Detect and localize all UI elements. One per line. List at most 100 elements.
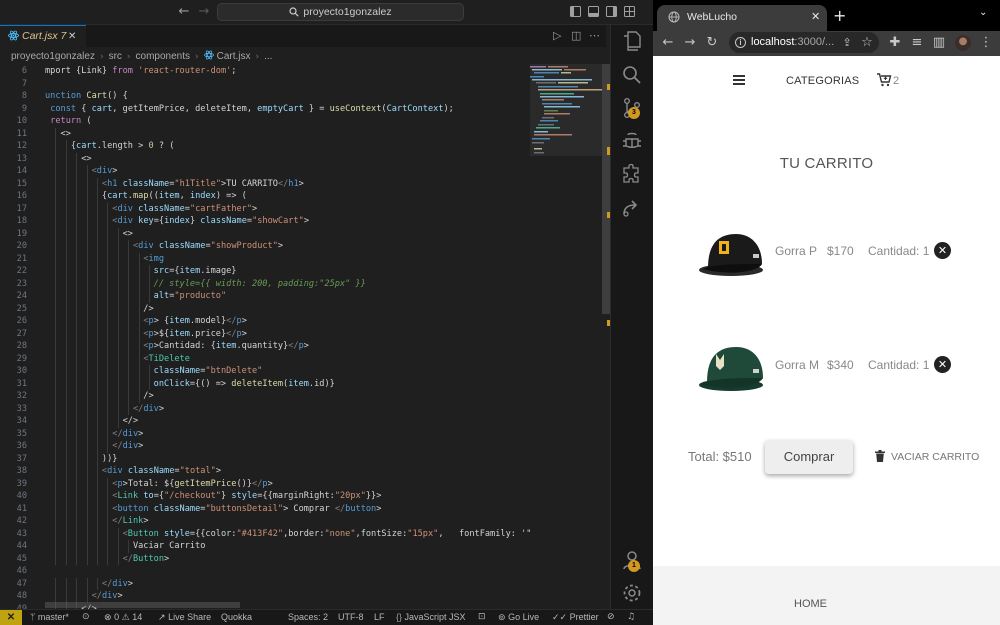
code-line[interactable]: 45 </Button> <box>0 552 530 565</box>
go-live-button[interactable]: ⊚ Go Live <box>498 610 539 625</box>
code-line[interactable]: 43 <Button style={{color:"#413F42",borde… <box>0 527 530 540</box>
encoding-indicator[interactable]: UTF-8 <box>338 610 364 625</box>
explorer-icon[interactable] <box>620 29 644 53</box>
indentation-indicator[interactable]: Spaces: 2 <box>288 610 328 625</box>
code-line[interactable]: 9 const { cart, getItemPrice, deleteItem… <box>0 103 530 116</box>
side-panel-icon[interactable]: ▥ <box>931 35 947 51</box>
breadcrumb-item[interactable]: src <box>109 51 122 62</box>
empty-cart-button[interactable]: VACIAR CARRITO <box>875 450 979 463</box>
breadcrumb-item[interactable]: ... <box>264 51 272 62</box>
eol-indicator[interactable]: LF <box>374 610 385 625</box>
remote-explorer-icon[interactable] <box>620 196 644 220</box>
code-line[interactable]: 30 className="btnDelete" <box>0 365 530 378</box>
code-line[interactable]: 36 </div> <box>0 440 530 453</box>
delete-item-icon[interactable]: ✕ <box>934 242 951 259</box>
code-line[interactable]: 21 <img <box>0 252 530 265</box>
command-center-search[interactable]: proyecto1gonzalez <box>217 3 464 21</box>
address-bar[interactable]: i localhost:3000/... <box>729 32 879 53</box>
extensions-puzzle-icon[interactable]: ✚ <box>887 35 903 51</box>
code-line[interactable]: 13 <> <box>0 152 530 165</box>
code-line[interactable]: 29 <TiDelete <box>0 352 530 365</box>
forward-arrow-icon[interactable]: → <box>682 35 698 51</box>
code-line[interactable]: 14 <div> <box>0 165 530 178</box>
problems-indicator[interactable]: ⊗ 0 ⚠ 14 <box>104 610 142 625</box>
code-line[interactable]: 24 alt="producto" <box>0 290 530 303</box>
media-control-icon[interactable]: ≡ <box>909 35 925 51</box>
code-line[interactable]: 38 <div className="total"> <box>0 465 530 478</box>
code-line[interactable]: 47 </div> <box>0 577 530 590</box>
hamburger-menu-icon[interactable] <box>733 75 745 85</box>
run-icon[interactable]: ▷ <box>553 29 561 42</box>
horizontal-scrollbar[interactable] <box>45 602 240 608</box>
code-line[interactable]: 15 <h1 className="h1Title">TU CARRITO</h… <box>0 177 530 190</box>
code-line[interactable]: 28 <p>Cantidad: {item.quantity}</p> <box>0 340 530 353</box>
notifications-icon[interactable]: ♫ <box>627 610 635 625</box>
footer-home-link[interactable]: HOME <box>653 598 968 610</box>
nav-categories-link[interactable]: CATEGORIAS <box>786 75 859 87</box>
remote-indicator-icon[interactable]: ✕ <box>0 610 22 625</box>
share-icon[interactable]: ⇪ <box>839 35 855 51</box>
code-line[interactable]: 22 src={item.image} <box>0 265 530 278</box>
reload-icon[interactable]: ↻ <box>704 35 720 51</box>
code-line[interactable]: 31 onClick={() => deleteItem(item.id)} <box>0 377 530 390</box>
sync-icon[interactable]: ⊙ <box>82 610 90 625</box>
code-line[interactable]: 39 <p>Total: ${getItemPrice()}</p> <box>0 477 530 490</box>
cart-icon[interactable] <box>876 72 892 88</box>
copilot-icon[interactable]: ⊘ <box>607 610 615 625</box>
code-line[interactable]: 20 <div className="showProduct"> <box>0 240 530 253</box>
code-line[interactable]: 32 /> <box>0 390 530 403</box>
prettier-button[interactable]: ✓✓ Prettier <box>552 610 599 625</box>
run-debug-icon[interactable] <box>620 129 644 153</box>
breadcrumb-item[interactable]: proyecto1gonzalez <box>11 51 95 62</box>
new-tab-icon[interactable]: + <box>833 5 846 27</box>
site-info-icon[interactable]: i <box>735 37 746 48</box>
code-line[interactable]: 44 Vaciar Carrito <box>0 540 530 553</box>
code-line[interactable]: 18 <div key={index} className="showCart"… <box>0 215 530 228</box>
breadcrumb-item[interactable]: components <box>136 51 190 62</box>
language-mode[interactable]: {} JavaScript JSX <box>396 610 466 625</box>
toggle-secondary-sidebar-icon[interactable] <box>606 6 617 17</box>
code-line[interactable]: 23 // style={{ width: 200, padding:"25px… <box>0 277 530 290</box>
code-line[interactable]: 37 ))} <box>0 452 530 465</box>
split-editor-icon[interactable]: ◫ <box>571 29 581 42</box>
chrome-menu-icon[interactable]: ⋮ <box>978 35 994 51</box>
feedback-icon[interactable]: ⊡ <box>478 610 486 625</box>
bookmark-star-icon[interactable]: ☆ <box>859 35 875 51</box>
code-line[interactable]: 42 </Link> <box>0 515 530 528</box>
code-line[interactable]: 16 {cart.map((item, index) => ( <box>0 190 530 203</box>
close-tab-icon[interactable]: ✕ <box>68 26 76 47</box>
toggle-panel-icon[interactable] <box>588 6 599 17</box>
profile-avatar[interactable] <box>955 35 971 51</box>
code-line[interactable]: 46 <box>0 565 530 578</box>
browser-tab[interactable]: WebLucho ✕ <box>657 5 827 31</box>
delete-item-icon[interactable]: ✕ <box>934 356 951 373</box>
code-line[interactable]: 41 <button className="buttonsDetail"> Co… <box>0 502 530 515</box>
code-line[interactable]: 40 <Link to={"/checkout"} style={{margin… <box>0 490 530 503</box>
code-line[interactable]: 33 </div> <box>0 402 530 415</box>
code-editor[interactable]: 6 mport {Link} from 'react-router-dom'; 7 8… <box>0 64 530 609</box>
buy-button[interactable]: Comprar <box>765 440 853 474</box>
back-arrow-icon[interactable]: ← <box>660 35 676 51</box>
code-line[interactable]: 6 mport {Link} from 'react-router-dom'; <box>0 65 530 78</box>
code-line[interactable]: 12 {cart.length > 0 ? ( <box>0 140 530 153</box>
quokka-button[interactable]: Quokka <box>221 610 252 625</box>
customize-layout-icon[interactable] <box>624 6 635 17</box>
close-tab-icon[interactable]: ✕ <box>811 5 820 29</box>
code-line[interactable]: 35 </div> <box>0 427 530 440</box>
code-line[interactable]: 27 <p>${item.price}</p> <box>0 327 530 340</box>
search-icon[interactable] <box>620 63 644 87</box>
code-line[interactable]: 34 </> <box>0 415 530 428</box>
code-line[interactable]: 7 <box>0 78 530 91</box>
gear-icon[interactable] <box>620 581 644 605</box>
back-arrow-icon[interactable]: ← <box>176 4 192 20</box>
vertical-scrollbar[interactable] <box>602 64 610 314</box>
tab-search-icon[interactable]: ⌄ <box>979 7 987 18</box>
code-line[interactable]: 10 return ( <box>0 115 530 128</box>
code-line[interactable]: 19 <> <box>0 227 530 240</box>
minimap[interactable] <box>530 64 606 609</box>
more-actions-icon[interactable]: ⋯ <box>589 29 600 42</box>
branch-indicator[interactable]: ᛘ master* <box>30 610 69 625</box>
code-line[interactable]: 26 <p> {item.model}</p> <box>0 315 530 328</box>
code-line[interactable]: 48 </div> <box>0 590 530 603</box>
tab-cart-jsx[interactable]: Cart.jsx 7 ✕ <box>0 25 86 47</box>
